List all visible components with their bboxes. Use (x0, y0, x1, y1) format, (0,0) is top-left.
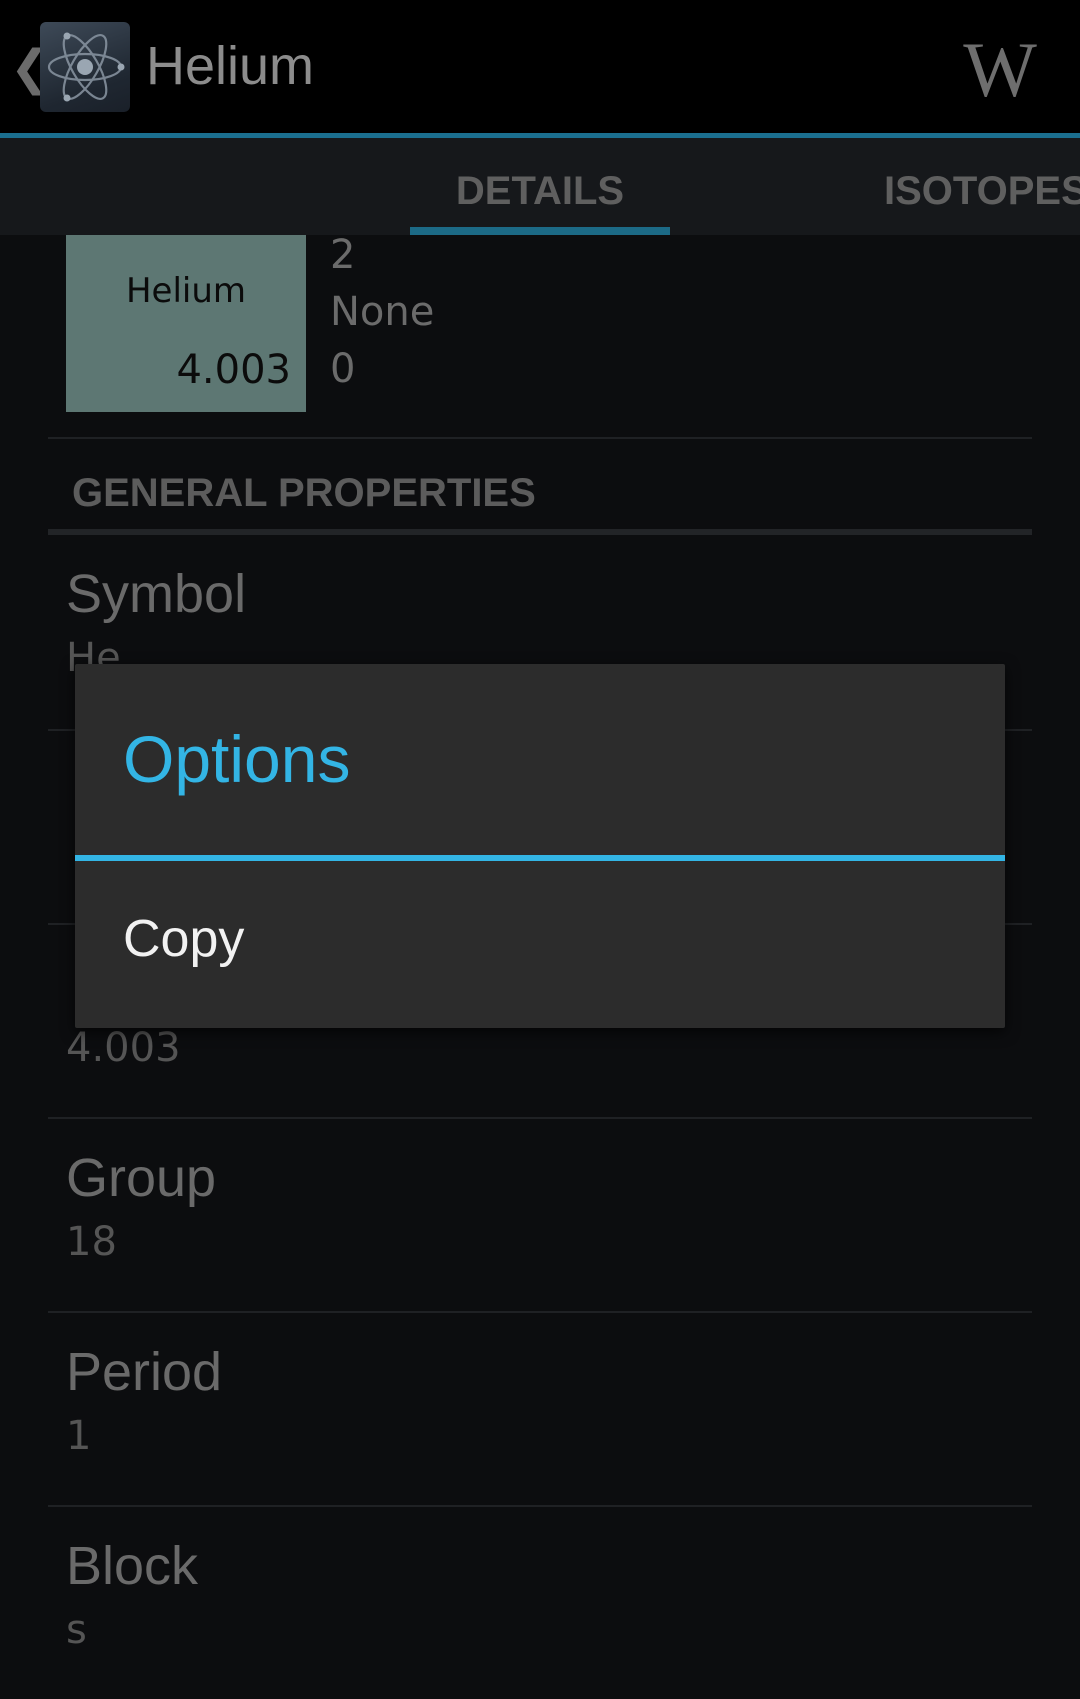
property-row-period[interactable]: Period 1 (48, 1313, 1032, 1507)
property-row-block[interactable]: Block s (48, 1507, 1032, 1699)
property-value: 18 (66, 1219, 117, 1265)
screen: ❮ Helium W DETAILS ISOTOPES Helium 4.003… (0, 0, 1080, 1699)
element-side-value: 0 (330, 346, 356, 392)
property-label: Group (66, 1148, 217, 1208)
action-bar: ❮ Helium W (0, 0, 1080, 133)
property-label: Block (66, 1536, 199, 1596)
atom-icon-graphic (47, 32, 125, 102)
copy-option[interactable]: Copy (75, 861, 1005, 1028)
copy-option-label: Copy (123, 910, 245, 968)
property-value: s (66, 1607, 87, 1653)
wikipedia-icon[interactable]: W (950, 20, 1050, 120)
page-title: Helium (146, 36, 315, 96)
tab-details[interactable]: DETAILS (410, 138, 670, 235)
tab-isotopes[interactable]: ISOTOPES (884, 138, 1080, 235)
element-side-value: 2 (330, 235, 356, 278)
element-tile-name: Helium (125, 271, 247, 311)
property-value: 1 (66, 1413, 92, 1459)
element-tile-weight: 4.003 (176, 347, 291, 393)
property-value: 4.003 (66, 1025, 181, 1071)
section-header: GENERAL PROPERTIES (72, 471, 536, 515)
tab-strip: DETAILS ISOTOPES (0, 138, 1080, 235)
element-tile: Helium 4.003 (66, 235, 306, 412)
property-row-group[interactable]: Group 18 (48, 1119, 1032, 1313)
element-side-value: None (330, 289, 435, 335)
dialog-title: Options (123, 722, 351, 796)
tab-selected-indicator (410, 227, 670, 235)
atom-icon[interactable] (40, 22, 130, 112)
property-label: Period (66, 1342, 223, 1402)
property-label: Symbol (66, 564, 247, 624)
back-icon[interactable]: ❮ (10, 38, 50, 98)
divider (48, 437, 1032, 439)
options-dialog: Options Copy (75, 664, 1005, 1028)
